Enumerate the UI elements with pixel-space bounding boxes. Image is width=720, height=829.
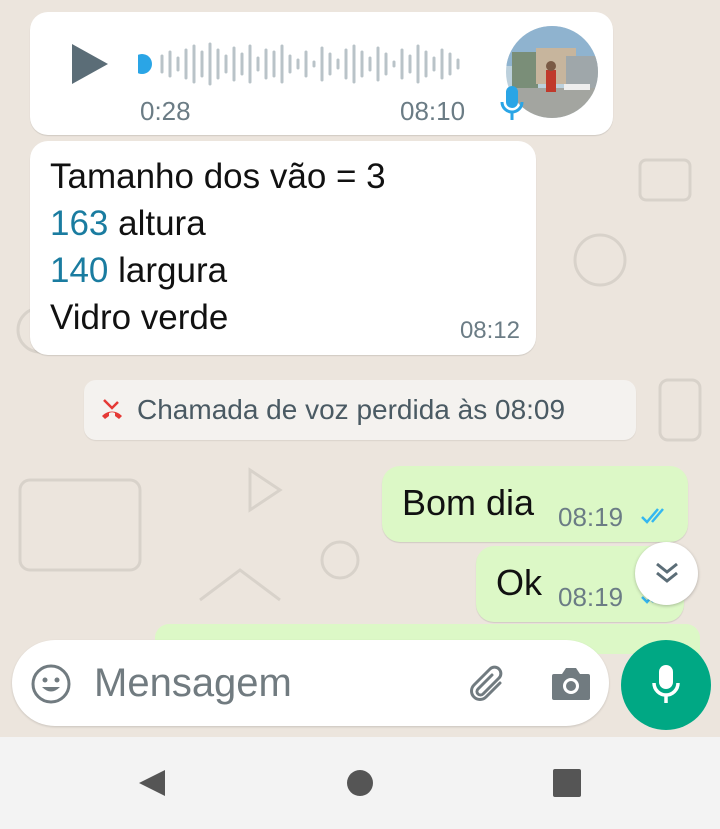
- home-icon[interactable]: [345, 768, 375, 798]
- audio-waveform[interactable]: [138, 42, 463, 86]
- back-icon[interactable]: [137, 768, 167, 798]
- message-line: 140 largura: [50, 251, 228, 290]
- double-check-icon: [641, 508, 664, 524]
- missed-call-text: Chamada de voz perdida às 08:09: [137, 394, 566, 425]
- outgoing-message-bubble: Bom dia 08:19: [382, 466, 688, 542]
- voice-message-bubble: 0:28 08:10: [30, 12, 613, 135]
- message-text: Ok: [496, 562, 543, 603]
- play-icon[interactable]: [70, 42, 110, 86]
- message-time: 08:19: [558, 502, 624, 532]
- message-input-bar: Mensagem: [12, 640, 609, 726]
- message-time: 08:10: [400, 96, 466, 126]
- voice-duration: 0:28: [140, 96, 191, 126]
- phone-number-link[interactable]: 140: [50, 251, 108, 290]
- missed-call-icon: [102, 399, 122, 419]
- recents-icon[interactable]: [552, 768, 582, 798]
- voice-record-button[interactable]: [621, 640, 711, 730]
- scroll-to-bottom-button[interactable]: [635, 542, 698, 605]
- message-time: 08:19: [558, 582, 624, 612]
- message-text: Bom dia: [402, 482, 535, 523]
- missed-call-notice[interactable]: Chamada de voz perdida às 08:09: [84, 380, 636, 440]
- chevrons-down-icon: [656, 562, 678, 583]
- attach-icon[interactable]: [466, 663, 510, 705]
- camera-icon[interactable]: [550, 664, 592, 702]
- microphone-icon: [500, 86, 524, 120]
- message-line: Vidro verde: [50, 298, 229, 337]
- message-input[interactable]: Mensagem: [94, 661, 292, 706]
- emoji-icon[interactable]: [30, 663, 72, 705]
- message-line: Tamanho dos vão = 3: [50, 157, 386, 196]
- phone-number-link[interactable]: 163: [50, 204, 108, 243]
- incoming-message-bubble: Tamanho dos vão = 3 163 altura 140 largu…: [30, 141, 536, 355]
- message-time: 08:12: [459, 317, 520, 344]
- microphone-icon: [652, 665, 680, 703]
- message-line: 163 altura: [50, 204, 206, 243]
